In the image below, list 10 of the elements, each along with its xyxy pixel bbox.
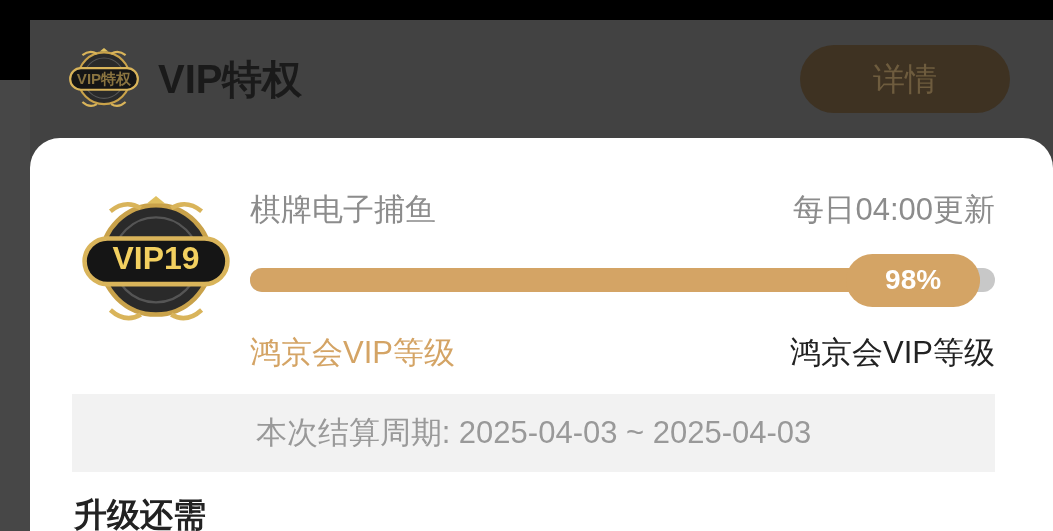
category-label: 棋牌电子捕鱼 [250, 191, 436, 230]
section-title: 升级还需 [74, 498, 207, 531]
badge-text: VIP19 [111, 243, 201, 276]
update-note: 每日04:00更新 [793, 191, 995, 230]
next-level-label: 鸿京会VIP等级 [790, 333, 995, 372]
emblem-drawing [68, 48, 140, 110]
current-level-label: 鸿京会VIP等级 [250, 333, 455, 372]
progress-percent: 98% [846, 253, 981, 307]
badge-text: VIP特权 [75, 70, 133, 86]
settlement-period: 本次结算周期: 2025-04-03 ~ 2025-04-03 [72, 394, 995, 472]
